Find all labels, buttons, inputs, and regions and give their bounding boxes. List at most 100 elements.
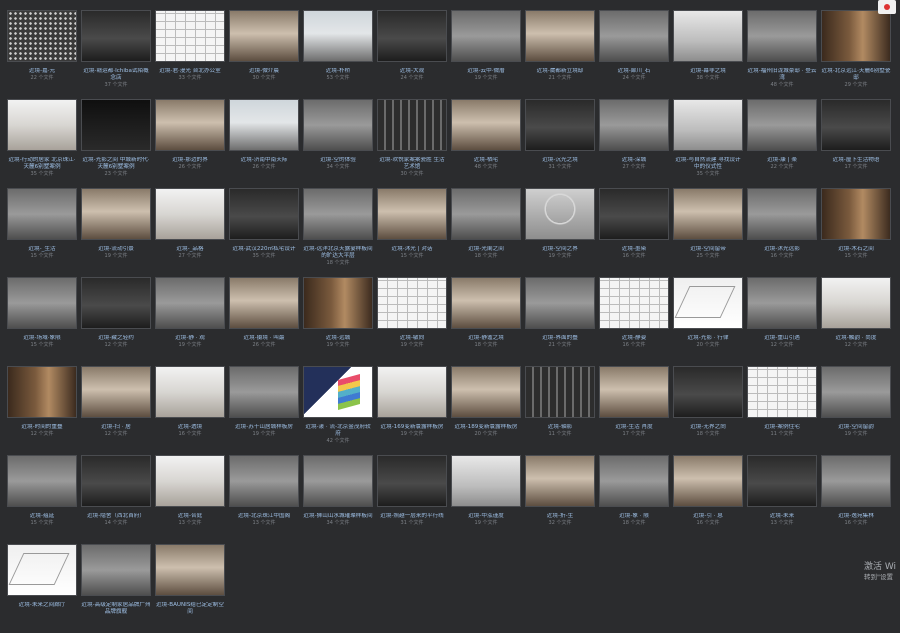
folder-name[interactable]: 近境-BAUNIS给已定定制空间	[155, 602, 225, 616]
folder-thumbnail[interactable]	[229, 366, 299, 418]
folder-item[interactable]: 近境-高级定制家居品牌广州品牌旗舰	[81, 544, 151, 633]
folder-item[interactable]: 近境-北京珠江中国阁 13 个文件	[229, 455, 299, 544]
folder-thumbnail[interactable]	[155, 366, 225, 418]
folder-thumbnail[interactable]	[303, 10, 373, 62]
folder-name[interactable]: 近境-_生活	[7, 246, 77, 253]
folder-name[interactable]: 近境-引 · 息	[673, 513, 743, 520]
folder-item[interactable]: 近境-光影之间 中城新时代·天麓6别墅案例 23 个文件	[81, 99, 151, 188]
folder-name[interactable]: 近境-济南中南天际	[229, 157, 299, 164]
folder-item[interactable]: 近境-光阑之间 18 个文件	[451, 188, 521, 277]
folder-thumbnail[interactable]	[599, 188, 669, 240]
folder-item[interactable]: 近境-福州旧泷城豪邸 · 登云湾 48 个文件	[747, 10, 817, 99]
folder-item[interactable]: 近境-轴影 11 个文件	[525, 366, 595, 455]
folder-thumbnail[interactable]	[451, 277, 521, 329]
folder-thumbnail[interactable]	[7, 188, 77, 240]
folder-name[interactable]: 近境-生活 肖度	[599, 424, 669, 431]
folder-thumbnail[interactable]	[525, 366, 595, 418]
folder-thumbnail[interactable]	[303, 99, 373, 151]
folder-item[interactable]: 近境-光影 · 行律 20 个文件	[673, 277, 743, 366]
folder-thumbnail[interactable]	[599, 277, 669, 329]
folder-name[interactable]: 近境-幕非之境	[673, 68, 743, 75]
folder-item[interactable]: 近境-与自然流建 寻找设计中的仪式性 35 个文件	[673, 99, 743, 188]
folder-item[interactable]: 近境-空的体验 34 个文件	[303, 99, 373, 188]
folder-name[interactable]: 近境-摄境 · 叫最	[229, 335, 299, 342]
folder-name[interactable]: 近境-静谧之境	[451, 335, 521, 342]
folder-item[interactable]: 近境-屋下生活物语 17 个文件	[821, 99, 891, 188]
folder-item[interactable]: 近境-合庭 13 个文件	[155, 455, 225, 544]
folder-item[interactable]: 近境-透境 16 个文件	[155, 366, 225, 455]
folder-item[interactable]: 近境-崴都新立境邸 21 个文件	[525, 10, 595, 99]
folder-thumbnail[interactable]	[599, 455, 669, 507]
folder-name[interactable]: 近境-微介晨	[229, 68, 299, 75]
folder-name[interactable]: 近境-苏十山居城样板房	[229, 424, 299, 431]
folder-thumbnail[interactable]	[229, 99, 299, 151]
folder-thumbnail[interactable]	[377, 366, 447, 418]
folder-thumbnail[interactable]	[303, 277, 373, 329]
folder-name[interactable]: 近境-169变新寰露样板房	[377, 424, 447, 431]
folder-item[interactable]: 近境-空间之界 19 个文件	[525, 188, 595, 277]
folder-name[interactable]: 近境-漾 · 流-北京金茂府软府	[303, 424, 373, 438]
folder-name[interactable]: 近境-藏之轻约	[81, 335, 151, 342]
folder-thumbnail[interactable]	[821, 188, 891, 240]
folder-item[interactable]: 近境-蕴延 15 个文件	[7, 455, 77, 544]
folder-thumbnail[interactable]	[7, 366, 77, 418]
folder-thumbnail[interactable]	[673, 366, 743, 418]
folder-name[interactable]: 近境-嘉·元	[7, 68, 77, 75]
folder-thumbnail[interactable]	[451, 188, 521, 240]
folder-item[interactable]: 近境-幕非之境 38 个文件	[673, 10, 743, 99]
folder-thumbnail[interactable]	[7, 10, 77, 62]
folder-thumbnail[interactable]	[747, 188, 817, 240]
folder-item[interactable]: 近境-北京远江·天麓6别墅瓷邸 29 个文件	[821, 10, 891, 99]
folder-name[interactable]: 近境-高级定制家居品牌广州品牌旗舰	[81, 602, 151, 616]
folder-item[interactable]: 近境-远洋北京天露宴样板间的旷达大平层 18 个文件	[303, 188, 373, 277]
folder-name[interactable]: 近境-远城	[303, 335, 373, 342]
folder-item[interactable]: 近境-重山引遇 12 个文件	[747, 277, 817, 366]
folder-thumbnail[interactable]	[525, 188, 595, 240]
folder-item[interactable]: 近境-那边的界 26 个文件	[155, 99, 225, 188]
folder-item[interactable]: 近境-济南中南天际 26 个文件	[229, 99, 299, 188]
folder-item[interactable]: 近境-折-生 32 个文件	[525, 455, 595, 544]
folder-name[interactable]: 近境-云中·微厝	[451, 68, 521, 75]
folder-item[interactable]: 近境-狮山山水城璀璨样板间 34 个文件	[303, 455, 373, 544]
folder-name[interactable]: 近境-静姿	[599, 335, 669, 342]
folder-thumbnail[interactable]	[673, 455, 743, 507]
folder-name[interactable]: 近境-时间的重叠	[7, 424, 77, 431]
folder-thumbnail[interactable]	[155, 277, 225, 329]
folder-thumbnail[interactable]	[155, 544, 225, 596]
folder-name[interactable]: 近境-静 · 观	[155, 335, 225, 342]
folder-name[interactable]: 近境-隐舍（西北首府）	[81, 513, 151, 520]
folder-item[interactable]: 近境-苏十山居城样板房 19 个文件	[229, 366, 299, 455]
folder-thumbnail[interactable]	[525, 455, 595, 507]
folder-item[interactable]: 近境-云中·微厝 19 个文件	[451, 10, 521, 99]
folder-item[interactable]: 近境-生活 肖度 17 个文件	[599, 366, 669, 455]
folder-name[interactable]: 近境-北京珠江中国阁	[229, 513, 299, 520]
folder-name[interactable]: 近境-空间留韵	[821, 424, 891, 431]
folder-thumbnail[interactable]	[377, 188, 447, 240]
folder-thumbnail[interactable]	[821, 455, 891, 507]
folder-item[interactable]: 近境-未来 13 个文件	[747, 455, 817, 544]
folder-item[interactable]: 近境-_品格 27 个文件	[155, 188, 225, 277]
folder-item[interactable]: 近境-空间留带 25 个文件	[673, 188, 743, 277]
folder-item[interactable]: 近境-象 · 限 18 个文件	[599, 455, 669, 544]
folder-thumbnail[interactable]	[155, 10, 225, 62]
folder-name[interactable]: 近境-那边的界	[155, 157, 225, 164]
folder-name[interactable]: 近境-沐光远影	[747, 246, 817, 253]
folder-item[interactable]: 近境-栖宅 48 个文件	[451, 99, 521, 188]
folder-item[interactable]: 近境-169变新寰露样板房 19 个文件	[377, 366, 447, 455]
folder-item[interactable]: 近境-武汉220㎡私宅设计 35 个文件	[229, 188, 299, 277]
folder-name[interactable]: 近境-空间留带	[673, 246, 743, 253]
folder-item[interactable]: 近境-康 | 楽 22 个文件	[747, 99, 817, 188]
folder-name[interactable]: 近境-崴都新立境邸	[525, 68, 595, 75]
folder-name[interactable]: 近境-空的体验	[303, 157, 373, 164]
folder-thumbnail[interactable]	[821, 10, 891, 62]
folder-item[interactable]: 近境-189变新寰露样板房 20 个文件	[451, 366, 521, 455]
folder-name[interactable]: 近境-流动引景	[81, 246, 151, 253]
folder-name[interactable]: 近境-沐光 | 对话	[377, 246, 447, 253]
folder-thumbnail[interactable]	[81, 455, 151, 507]
folder-item[interactable]: 近境-赣运都·Ichiba试陌概念店 37 个文件	[81, 10, 151, 99]
folder-thumbnail[interactable]	[81, 544, 151, 596]
folder-item[interactable]: 近境-沐光 | 对话 15 个文件	[377, 188, 447, 277]
folder-name[interactable]: 近境-墨染	[599, 246, 669, 253]
folder-name[interactable]: 近境-189变新寰露样板房	[451, 424, 521, 431]
folder-item[interactable]: 近境-沐光远影 16 个文件	[747, 188, 817, 277]
